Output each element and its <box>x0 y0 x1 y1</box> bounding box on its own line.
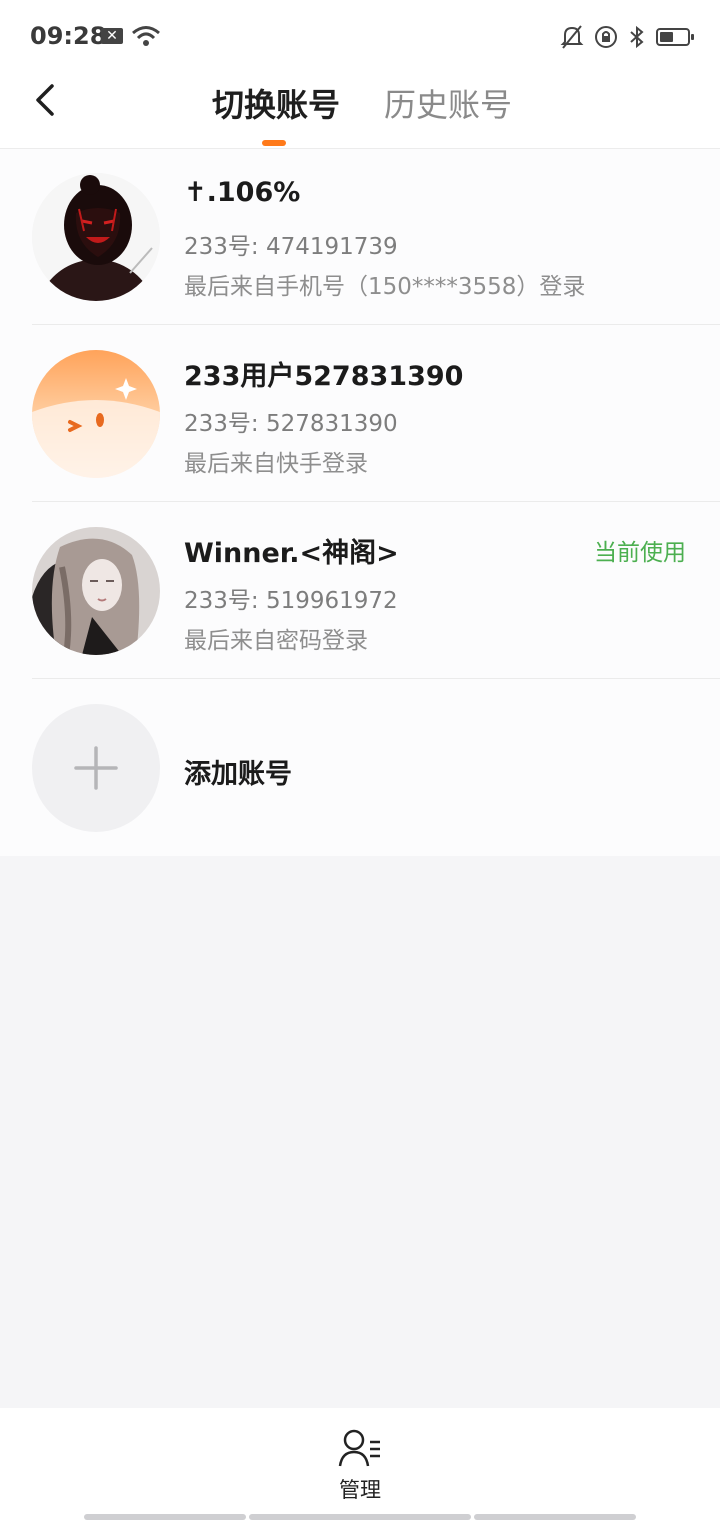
account-last-login: 最后来自密码登录 <box>184 628 368 654</box>
status-bar: 09:28 ✕ <box>0 0 720 74</box>
system-nav-bar <box>474 1514 636 1520</box>
tab-switch-account[interactable]: 切换账号 <box>212 80 340 126</box>
user-list-icon <box>338 1429 380 1467</box>
avatar <box>32 173 160 301</box>
bottom-bar: 管理 <box>0 1408 720 1520</box>
account-name: 233用户527831390 <box>184 361 464 392</box>
account-uid: 233号: 527831390 <box>184 411 398 437</box>
battery-icon <box>656 28 694 46</box>
manage-button[interactable]: 管理 <box>320 1428 400 1508</box>
avatar <box>32 527 160 655</box>
account-uid: 233号: 519961972 <box>184 588 398 614</box>
mute-bell-icon <box>560 25 584 49</box>
tab-history-account[interactable]: 历史账号 <box>384 80 512 126</box>
current-use-badge: 当前使用 <box>594 540 686 566</box>
wifi-icon <box>132 26 160 46</box>
add-account-label: 添加账号 <box>184 759 292 790</box>
bluetooth-icon <box>630 25 644 49</box>
sim-icon: ✕ <box>101 28 123 44</box>
rotation-lock-icon <box>595 26 617 48</box>
account-last-login: 最后来自快手登录 <box>184 451 368 477</box>
row-divider <box>32 501 720 502</box>
account-last-login: 最后来自手机号（150****3558）登录 <box>184 274 586 300</box>
system-nav-bar <box>249 1514 471 1520</box>
status-time: 09:28 <box>30 22 107 50</box>
account-name: Winner.<神阁> <box>184 538 399 569</box>
account-row[interactable]: ✝.106% 233号: 474191739 最后来自手机号（150****35… <box>0 149 720 325</box>
account-name: ✝.106% <box>184 177 301 208</box>
account-row[interactable]: 233用户527831390 233号: 527831390 最后来自快手登录 <box>0 326 720 502</box>
back-arrow-icon[interactable] <box>28 80 68 120</box>
account-row[interactable]: Winner.<神阁> 当前使用 233号: 519961972 最后来自密码登… <box>0 503 720 679</box>
system-nav-bar <box>84 1514 246 1520</box>
account-uid: 233号: 474191739 <box>184 234 398 260</box>
manage-label: 管理 <box>339 1478 381 1502</box>
status-right-icons <box>560 22 694 52</box>
active-tab-indicator <box>262 140 286 146</box>
top-header: 09:28 ✕ 切换账号 历史账号 <box>0 0 720 149</box>
photo-avatar-image <box>32 527 160 655</box>
plus-icon <box>74 746 118 790</box>
add-account-row[interactable]: 添加账号 <box>0 680 720 856</box>
anime-avatar-image <box>32 173 160 301</box>
default-avatar-image <box>32 350 160 478</box>
row-divider <box>32 678 720 679</box>
account-list: ✝.106% 233号: 474191739 最后来自手机号（150****35… <box>0 149 720 856</box>
row-divider <box>32 324 720 325</box>
avatar <box>32 350 160 478</box>
add-account-circle[interactable] <box>32 704 160 832</box>
